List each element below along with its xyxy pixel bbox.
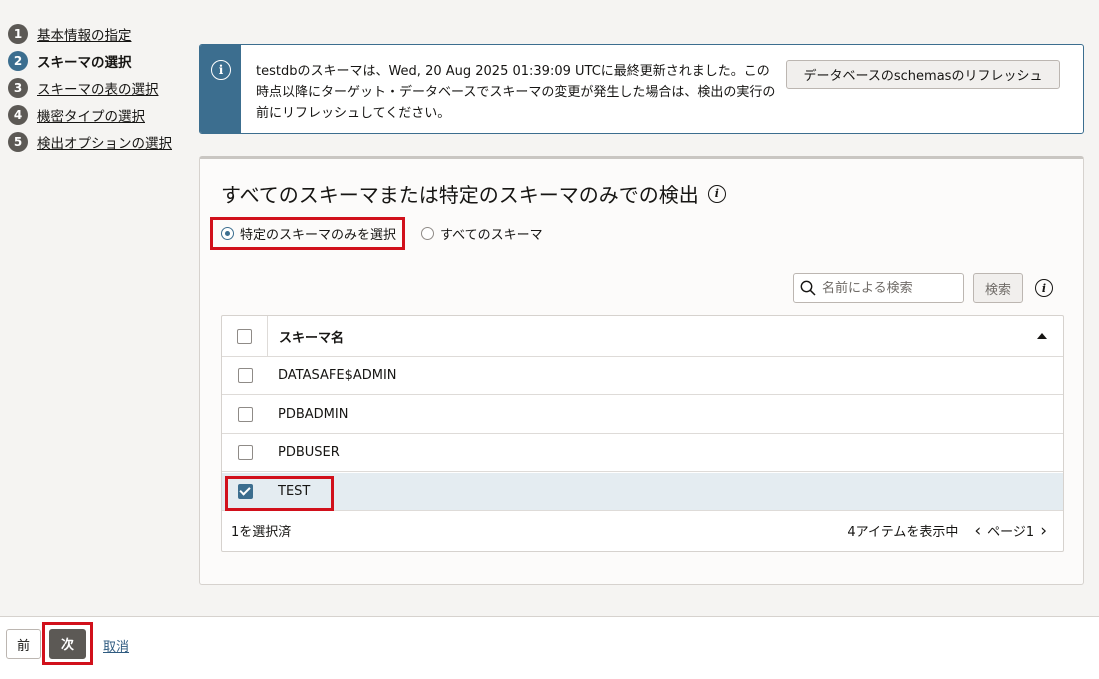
wizard-steps: 1 基本情報の指定 2 スキーマの選択 3 スキーマの表の選択 4 機密タイプの… (8, 20, 172, 155)
table-row[interactable]: PDBADMIN (222, 396, 1063, 434)
step-label[interactable]: スキーマの表の選択 (37, 78, 159, 98)
step-select-sensitive-types[interactable]: 4 機密タイプの選択 (8, 101, 172, 128)
schema-name-cell: PDBADMIN (278, 407, 349, 422)
search-icon (800, 280, 816, 296)
table-header-row: スキーマ名 (222, 316, 1063, 357)
select-all-checkbox[interactable] (237, 328, 252, 344)
step-label: スキーマの選択 (37, 54, 132, 71)
next-button[interactable]: 次 (49, 628, 86, 659)
schema-name-cell: PDBUSER (278, 445, 340, 460)
search-field[interactable] (793, 273, 964, 303)
row-checkbox[interactable] (237, 407, 253, 422)
step-select-schema: 2 スキーマの選択 (8, 47, 172, 74)
table-row[interactable]: DATASAFE$ADMIN (222, 357, 1063, 395)
table-footer: 1を選択済 4アイテムを表示中 ‹ ページ1 › (222, 510, 1063, 551)
search-input[interactable] (822, 280, 952, 296)
table-row[interactable]: TEST (222, 473, 1063, 511)
schema-selection-panel: すべてのスキーマまたは特定のスキーマのみでの検出 i 特定のスキーマのみを選択 … (199, 156, 1084, 585)
radio-label: すべてのスキーマ (440, 228, 543, 243)
wizard-footer: 前 次 取消 (0, 616, 1099, 679)
step-discovery-options[interactable]: 5 検出オプションの選択 (8, 128, 172, 155)
chevron-left-icon[interactable]: ‹ (974, 521, 981, 541)
page-label: ページ1 (987, 525, 1035, 540)
row-checkbox[interactable] (237, 484, 253, 499)
cancel-link[interactable]: 取消 (103, 636, 129, 655)
radio-button[interactable] (421, 227, 435, 240)
sort-ascending-icon[interactable] (1037, 333, 1047, 339)
step-basic-info[interactable]: 1 基本情報の指定 (8, 20, 172, 47)
step-label[interactable]: 基本情報の指定 (37, 24, 132, 44)
step-number: 3 (8, 77, 28, 98)
step-number: 4 (8, 104, 28, 125)
chevron-right-icon[interactable]: › (1040, 521, 1047, 541)
row-checkbox[interactable] (237, 368, 253, 383)
radio-button[interactable] (221, 227, 234, 240)
column-header-schema-name[interactable]: スキーマ名 (268, 327, 1037, 346)
refresh-schemas-button[interactable]: データベースのschemasのリフレッシュ (786, 60, 1060, 89)
step-number: 1 (8, 23, 28, 44)
selected-count: 1を選択済 (231, 525, 292, 540)
next-button-highlight: 次 (42, 622, 93, 665)
select-all-cell (222, 316, 268, 356)
step-label[interactable]: 機密タイプの選択 (37, 105, 145, 125)
info-banner: i testdbのスキーマは、Wed, 20 Aug 2025 01:39:09… (199, 44, 1084, 134)
panel-title: すべてのスキーマまたは特定のスキーマのみでの検出 i (221, 179, 726, 208)
items-shown: 4アイテムを表示中 (847, 525, 959, 540)
table-row[interactable]: PDBUSER (222, 434, 1063, 472)
step-number: 5 (8, 131, 28, 152)
info-icon[interactable]: i (1035, 279, 1053, 297)
search-button[interactable]: 検索 (973, 273, 1023, 303)
panel-title-text: すべてのスキーマまたは特定のスキーマのみでの検出 (221, 183, 699, 207)
radio-label: 特定のスキーマのみを選択 (240, 228, 397, 243)
schema-name-cell: TEST (278, 484, 311, 499)
step-label[interactable]: 検出オプションの選択 (37, 132, 172, 152)
banner-accent-bar: i (200, 45, 241, 133)
previous-button[interactable]: 前 (6, 629, 41, 659)
schema-name-cell: DATASAFE$ADMIN (278, 368, 397, 383)
step-number: 2 (8, 50, 28, 71)
banner-message: testdbのスキーマは、Wed, 20 Aug 2025 01:39:09 U… (256, 64, 776, 121)
schema-scope-radio-group: 特定のスキーマのみを選択 すべてのスキーマ (210, 217, 549, 250)
info-icon[interactable]: i (707, 184, 726, 203)
radio-specific-schemas[interactable]: 特定のスキーマのみを選択 (210, 217, 406, 250)
pagination: 4アイテムを表示中 ‹ ページ1 › (847, 521, 1053, 541)
radio-all-schemas[interactable]: すべてのスキーマ (413, 217, 549, 250)
step-select-tables[interactable]: 3 スキーマの表の選択 (8, 74, 172, 101)
schema-table: スキーマ名 DATASAFE$ADMIN PDBADMIN PDBUSER TE… (221, 315, 1064, 552)
row-checkbox[interactable] (237, 445, 253, 460)
info-icon: i (211, 60, 231, 80)
